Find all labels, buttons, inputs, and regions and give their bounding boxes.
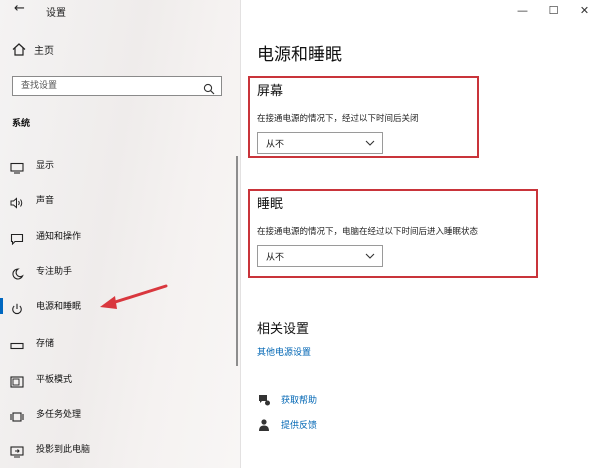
sidebar-item-storage[interactable]: 存储: [0, 331, 238, 355]
sidebar-scrollbar[interactable]: [236, 156, 238, 366]
section-label-system: 系统: [12, 119, 31, 129]
sidebar-item-focus-assist[interactable]: 专注助手: [0, 259, 238, 283]
sidebar-item-project-to-pc[interactable]: 投影到此电脑: [0, 437, 238, 461]
search-input[interactable]: [19, 80, 203, 92]
app-title: 设置: [46, 8, 66, 19]
sleep-timeout-select[interactable]: 从不: [257, 245, 383, 267]
sidebar: ← 设置 主页 系统 显示 声音 通知和操作 专: [0, 0, 241, 468]
close-button[interactable]: ✕: [569, 0, 600, 20]
sleep-section-title: 睡眠: [257, 197, 284, 212]
home-icon: [12, 43, 26, 56]
sidebar-item-label: 显示: [36, 161, 55, 171]
screen-section-title: 屏幕: [257, 84, 284, 99]
sidebar-item-label: 专注助手: [36, 267, 73, 277]
titlebar-left: ← 设置: [0, 0, 240, 22]
screen-description: 在接通电源的情况下，经过以下时间后关闭: [257, 114, 419, 124]
project-icon: [10, 443, 24, 458]
sidebar-item-label: 投影到此电脑: [36, 445, 91, 455]
maximize-button[interactable]: ☐: [538, 0, 569, 20]
tablet-icon: [10, 373, 24, 388]
search-icon[interactable]: [203, 80, 215, 99]
sidebar-item-multitasking[interactable]: 多任务处理: [0, 402, 238, 426]
content-pane: — ☐ ✕ 电源和睡眠 屏幕 在接通电源的情况下，经过以下时间后关闭 从不 睡眠…: [241, 0, 600, 468]
sidebar-item-notifications[interactable]: 通知和操作: [0, 224, 238, 248]
sidebar-item-label: 电源和睡眠: [36, 302, 82, 312]
back-arrow-icon[interactable]: ←: [14, 1, 25, 16]
moon-icon: [10, 265, 24, 280]
storage-icon: [10, 337, 24, 350]
sidebar-item-tablet-mode[interactable]: 平板模式: [0, 367, 238, 391]
screen-timeout-select[interactable]: 从不: [257, 132, 383, 154]
minimize-button[interactable]: —: [507, 0, 538, 20]
speaker-icon: [10, 194, 24, 209]
additional-power-settings-link[interactable]: 其他电源设置: [257, 345, 311, 358]
chevron-down-icon: [364, 137, 376, 152]
chevron-down-icon: [364, 250, 376, 265]
home-label: 主页: [34, 46, 54, 57]
power-icon: [10, 300, 24, 315]
get-help-item[interactable]: 获取帮助: [257, 392, 377, 408]
screen-timeout-value: 从不: [266, 139, 285, 150]
notification-icon: [10, 230, 24, 246]
feedback-person-icon: [257, 417, 271, 436]
annotation-arrow: [100, 284, 168, 309]
multitask-icon: [10, 408, 24, 422]
sidebar-item-sound[interactable]: 声音: [0, 188, 238, 212]
sleep-description: 在接通电源的情况下，电脑在经过以下时间后进入睡眠状态: [257, 227, 479, 237]
sidebar-item-label: 多任务处理: [36, 410, 82, 420]
feedback-link[interactable]: 提供反馈: [281, 418, 317, 431]
home-nav-item[interactable]: 主页: [12, 42, 54, 57]
sidebar-item-label: 存储: [36, 339, 55, 349]
search-box[interactable]: [12, 76, 222, 96]
sidebar-item-label: 通知和操作: [36, 232, 82, 242]
sidebar-item-label: 声音: [36, 196, 55, 206]
sidebar-item-display[interactable]: 显示: [0, 153, 238, 177]
get-help-link[interactable]: 获取帮助: [281, 393, 317, 406]
window-controls: — ☐ ✕: [507, 0, 600, 22]
related-settings-title: 相关设置: [257, 322, 310, 337]
feedback-item[interactable]: 提供反馈: [257, 417, 377, 433]
display-icon: [10, 159, 24, 174]
help-chat-icon: [257, 392, 271, 411]
page-title: 电源和睡眠: [257, 45, 342, 65]
sleep-timeout-value: 从不: [266, 252, 285, 263]
sidebar-item-label: 平板模式: [36, 375, 73, 385]
